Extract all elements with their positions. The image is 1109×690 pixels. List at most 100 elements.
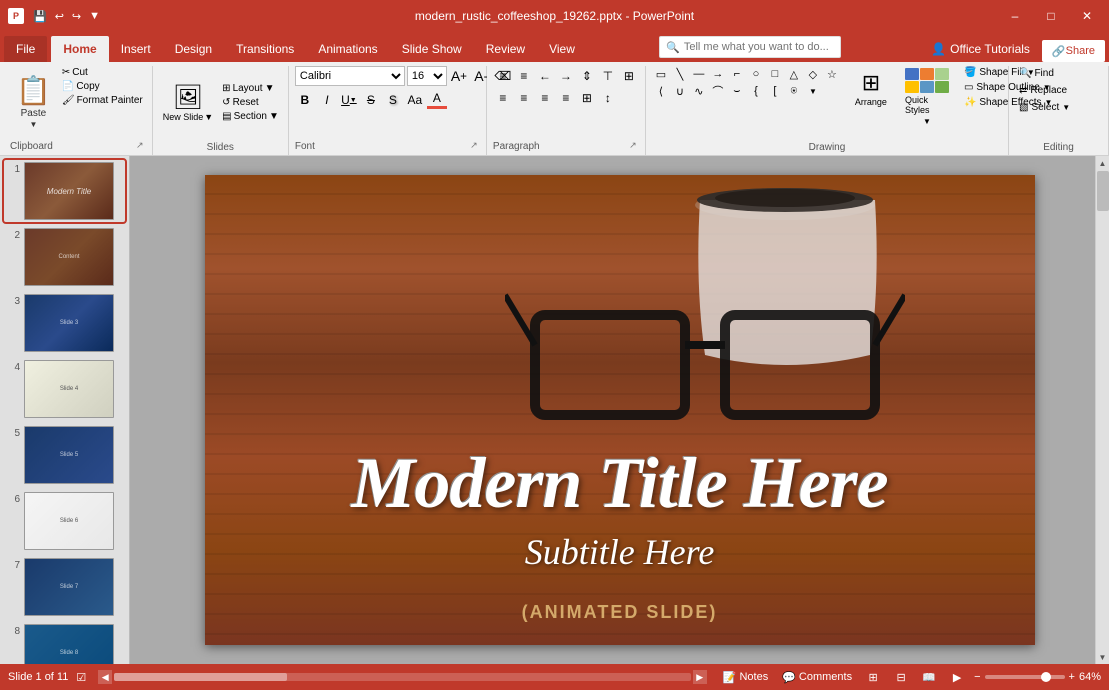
notes-button[interactable]: 📝 Notes (719, 669, 772, 686)
shape-curve[interactable]: ∪ (671, 83, 689, 99)
change-case-button[interactable]: Aa (405, 90, 425, 110)
columns-button[interactable]: ⊞ (577, 88, 597, 108)
center-align-button[interactable]: ≡ (514, 88, 534, 108)
copy-button[interactable]: 📄 Copy (59, 80, 146, 93)
shape-square[interactable]: □ (766, 66, 784, 82)
bold-button[interactable]: B (295, 90, 315, 110)
slide-sorter-button[interactable]: ⊟ (890, 668, 912, 686)
redo-button[interactable]: ↪ (69, 8, 84, 25)
bullets-button[interactable]: ≡ (493, 66, 513, 86)
left-align-button[interactable]: ≡ (493, 88, 513, 108)
zoom-in-button[interactable]: + (1069, 671, 1075, 683)
tab-design[interactable]: Design (163, 36, 224, 62)
slide-thumb-8[interactable]: 8 Slide 8 (4, 622, 125, 664)
slide-thumb-2[interactable]: 2 Content (4, 226, 125, 288)
shape-triangle[interactable]: △ (785, 66, 803, 82)
horizontal-scrollbar[interactable] (114, 673, 691, 681)
font-dialog-launcher[interactable]: ↗ (468, 139, 480, 151)
decrease-indent-button[interactable]: ← (535, 66, 555, 86)
slide-thumb-3[interactable]: 3 Slide 3 (4, 292, 125, 354)
tab-review[interactable]: Review (474, 36, 537, 62)
paragraph-dialog-launcher[interactable]: ↗ (627, 139, 639, 151)
tab-view[interactable]: View (537, 36, 587, 62)
new-slide-button[interactable]: 🖼 New Slide ▼ (159, 81, 217, 124)
scroll-up-button[interactable]: ▲ (1096, 156, 1109, 170)
tab-transitions[interactable]: Transitions (224, 36, 306, 62)
shape-brace[interactable]: { (747, 83, 765, 99)
line-spacing-button[interactable]: ↕ (598, 88, 618, 108)
slide-thumb-1[interactable]: 1 Modern Title (4, 160, 125, 222)
slide-canvas[interactable]: Modern Title Here Subtitle Here (ANIMATE… (205, 175, 1035, 645)
font-color-button[interactable]: A (427, 90, 447, 110)
slide-thumb-6[interactable]: 6 Slide 6 (4, 490, 125, 552)
h-scroll-thumb[interactable] (114, 673, 287, 681)
tab-slideshow[interactable]: Slide Show (390, 36, 474, 62)
section-button[interactable]: ▤ Section ▼ (219, 110, 282, 123)
scroll-thumb[interactable] (1097, 171, 1109, 211)
slide-right-button[interactable]: ▶ (693, 670, 707, 684)
shape-wave[interactable]: ⌣ (728, 83, 746, 99)
undo-button[interactable]: ↩ (52, 8, 67, 25)
shape-bracket[interactable]: [ (766, 83, 784, 99)
tab-file[interactable]: File (4, 36, 47, 62)
increase-indent-button[interactable]: → (556, 66, 576, 86)
save-button[interactable]: 💾 (30, 8, 50, 25)
italic-button[interactable]: I (317, 90, 337, 110)
share-button[interactable]: 🔗 Share (1042, 40, 1105, 62)
quick-styles-button[interactable]: Quick Styles ▼ (901, 66, 953, 128)
reading-view-button[interactable]: 📖 (918, 668, 940, 686)
arrange-button[interactable]: ⊞ Arrange (849, 66, 893, 111)
shadow-button[interactable]: S (383, 90, 403, 110)
clipboard-dialog-launcher[interactable]: ↗ (134, 139, 146, 151)
shape-rectangle[interactable]: ▭ (652, 66, 670, 82)
normal-view-button[interactable]: ⊞ (862, 668, 884, 686)
numbered-list-button[interactable]: ≡ (514, 66, 534, 86)
tell-me-input[interactable] (684, 41, 834, 53)
scroll-track[interactable] (1096, 170, 1109, 650)
tab-insert[interactable]: Insert (109, 36, 163, 62)
office-tutorials-tab[interactable]: 👤 Office Tutorials (919, 36, 1042, 62)
reset-button[interactable]: ↺ Reset (219, 96, 282, 109)
shape-connector[interactable]: ⌐ (728, 66, 746, 82)
slide-thumb-4[interactable]: 4 Slide 4 (4, 358, 125, 420)
slideshow-view-button[interactable]: ▶ (946, 668, 968, 686)
shape-oval[interactable]: ○ (747, 66, 765, 82)
shape-diagonal-line[interactable]: ╲ (671, 66, 689, 82)
text-direction-button[interactable]: ⇕ (577, 66, 597, 86)
right-align-button[interactable]: ≡ (535, 88, 555, 108)
shape-arrow[interactable]: → (709, 66, 727, 82)
replace-button[interactable]: ⇄ Replace (1015, 83, 1071, 98)
shape-line[interactable]: ― (690, 66, 708, 82)
comments-button[interactable]: 💬 Comments (778, 669, 856, 686)
slide-thumb-5[interactable]: 5 Slide 5 (4, 424, 125, 486)
strikethrough-button[interactable]: S (361, 90, 381, 110)
cut-button[interactable]: ✂ Cut (59, 66, 146, 79)
shape-star[interactable]: ☆ (823, 66, 841, 82)
scroll-down-button[interactable]: ▼ (1096, 650, 1109, 664)
shape-callout[interactable]: ⍟ (785, 83, 803, 99)
tab-home[interactable]: Home (51, 36, 108, 62)
slide-left-button[interactable]: ◀ (98, 670, 112, 684)
slide-thumb-7[interactable]: 7 Slide 7 (4, 556, 125, 618)
shape-diamond[interactable]: ◇ (804, 66, 822, 82)
zoom-slider[interactable] (985, 675, 1065, 679)
justify-button[interactable]: ≡ (556, 88, 576, 108)
shape-flowchart[interactable]: ⟨ (652, 83, 670, 99)
convert-smartart-button[interactable]: ⊞ (619, 66, 639, 86)
font-name-select[interactable]: Calibri (295, 66, 405, 86)
shape-bend[interactable]: ⌒ (709, 83, 727, 99)
minimize-button[interactable]: – (1001, 5, 1029, 27)
canvas-area[interactable]: Modern Title Here Subtitle Here (ANIMATE… (130, 156, 1109, 664)
zoom-thumb[interactable] (1041, 672, 1051, 682)
zoom-out-button[interactable]: − (974, 671, 980, 683)
tell-me-bar[interactable]: 🔍 (659, 36, 841, 58)
find-button[interactable]: 🔍 Find (1015, 66, 1058, 81)
increase-font-size-button[interactable]: A+ (449, 66, 469, 86)
customize-qat-button[interactable]: ▼ (86, 8, 103, 24)
shape-freeform[interactable]: ∿ (690, 83, 708, 99)
vertical-scrollbar[interactable]: ▲ ▼ (1095, 156, 1109, 664)
format-painter-button[interactable]: 🖌 Format Painter (59, 94, 146, 107)
close-button[interactable]: ✕ (1073, 5, 1101, 27)
restore-button[interactable]: □ (1037, 5, 1065, 27)
underline-button[interactable]: U▼ (339, 90, 359, 110)
